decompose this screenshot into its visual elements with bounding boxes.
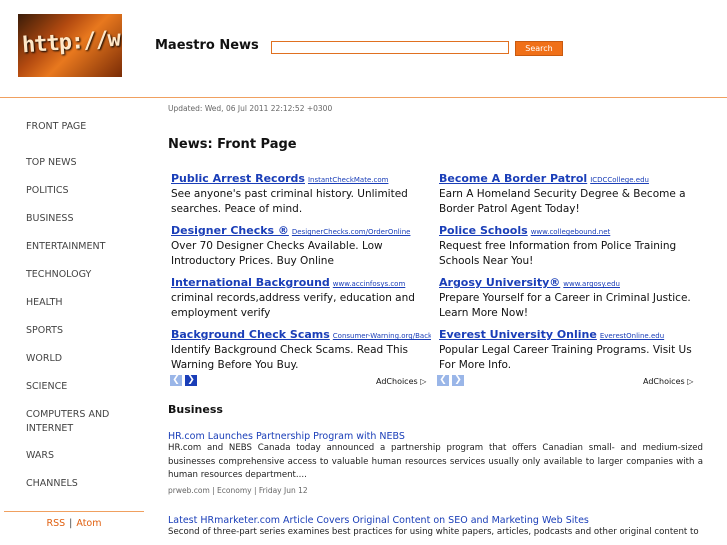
section-title-business: Business xyxy=(168,403,223,416)
nav-item-business[interactable]: BUSINESS xyxy=(26,212,126,226)
ad-unit: Background Check Scams Consumer-Warning.o… xyxy=(171,323,431,373)
ad-description: Prepare Yourself for a Career in Crimina… xyxy=(439,292,691,319)
ad-unit: Public Arrest Records InstantCheckMate.co… xyxy=(171,167,431,217)
article-summary: HR.com and NEBS Canada today announced a… xyxy=(168,443,703,480)
ad-description: criminal records,address verify, educati… xyxy=(171,292,415,319)
adchoices-icon: ▷ xyxy=(687,377,694,386)
logo-text: http://w xyxy=(21,26,121,59)
ad-unit: Argosy University® www.argosy.edu Prepare… xyxy=(439,271,699,321)
ad-description: Popular Legal Career Training Programs. … xyxy=(439,344,692,371)
article-meta: prweb.com | Economy | Friday Jun 12 xyxy=(168,485,308,495)
nav-item-sports[interactable]: SPORTS xyxy=(26,324,126,338)
news-article: Latest HRmarketer.com Article Covers Ori… xyxy=(168,515,703,540)
nav-item-channels[interactable]: CHANNELS xyxy=(26,477,126,491)
ad-title[interactable]: Argosy University® xyxy=(439,276,560,289)
nav-item-wars[interactable]: WARS xyxy=(26,449,126,463)
article-title[interactable]: HR.com Launches Partnership Program with… xyxy=(168,431,703,442)
ad-prev-button[interactable]: ❮ xyxy=(437,375,449,386)
ad-unit: Become A Border Patrol ICDCCollege.edu Ea… xyxy=(439,167,699,217)
rss-link[interactable]: RSS xyxy=(47,518,66,529)
nav-item-computers-and-internet[interactable]: COMPUTERS AND INTERNET xyxy=(26,408,126,436)
ad-title[interactable]: Designer Checks ® xyxy=(171,224,289,237)
ad-url[interactable]: www.collegebound.net xyxy=(531,228,611,236)
ad-prev-button[interactable]: ❮ xyxy=(170,375,182,386)
ad-unit: Everest University Online EverestOnline.e… xyxy=(439,323,699,373)
ad-next-button[interactable]: ❯ xyxy=(452,375,464,386)
ad-description: Identify Background Check Scams. Read Th… xyxy=(171,344,409,371)
ad-url[interactable]: DesignerChecks.com/OrderOnline xyxy=(292,228,411,236)
ad-unit: International Background www.accinfosys.c… xyxy=(171,271,431,321)
site-logo[interactable]: http://w xyxy=(18,14,122,77)
ad-next-button[interactable]: ❯ xyxy=(185,375,197,386)
adchoices-label: AdChoices xyxy=(376,377,418,386)
ad-title[interactable]: Background Check Scams xyxy=(171,328,330,341)
news-article: HR.com Launches Partnership Program with… xyxy=(168,431,703,495)
nav-item-entertainment[interactable]: ENTERTAINMENT xyxy=(26,240,126,254)
nav-item-world[interactable]: WORLD xyxy=(26,352,126,366)
page-title: News: Front Page xyxy=(168,137,297,152)
search-input[interactable] xyxy=(271,41,509,54)
search-button[interactable]: Search xyxy=(515,41,563,56)
ad-description: Request free Information from Police Tra… xyxy=(439,240,677,267)
nav-item-science[interactable]: SCIENCE xyxy=(26,380,126,394)
ad-url[interactable]: ICDCCollege.edu xyxy=(590,176,649,184)
article-summary: Second of three-part series examines bes… xyxy=(168,527,699,537)
ad-unit: Police Schools www.collegebound.net Reque… xyxy=(439,219,699,269)
atom-link[interactable]: Atom xyxy=(76,518,101,529)
ad-url[interactable]: www.accinfosys.com xyxy=(333,280,406,288)
ad-url[interactable]: Consumer-Warning.org/Backgro xyxy=(333,332,431,340)
ad-description: See anyone's past criminal history. Unli… xyxy=(171,188,408,215)
feed-links: RSS | Atom xyxy=(4,511,144,529)
ad-unit: Designer Checks ® DesignerChecks.com/Orde… xyxy=(171,219,431,269)
adchoices-icon: ▷ xyxy=(420,377,427,386)
nav-item-top-news[interactable]: TOP NEWS xyxy=(26,156,126,170)
site-title[interactable]: Maestro News xyxy=(155,38,259,53)
ad-title[interactable]: International Background xyxy=(171,276,330,289)
updated-timestamp: Updated: Wed, 06 Jul 2011 22:12:52 +0300 xyxy=(168,104,333,113)
adchoices-link[interactable]: AdChoices ▷ xyxy=(376,377,426,386)
ad-url[interactable]: www.argosy.edu xyxy=(563,280,620,288)
ad-description: Earn A Homeland Security Degree & Become… xyxy=(439,188,686,215)
nav-item-health[interactable]: HEALTH xyxy=(26,296,126,310)
header: http://w Maestro News Search xyxy=(0,0,727,98)
nav-item-politics[interactable]: POLITICS xyxy=(26,184,126,198)
adchoices-label: AdChoices xyxy=(643,377,685,386)
ad-description: Over 70 Designer Checks Available. Low I… xyxy=(171,240,383,267)
adchoices-link[interactable]: AdChoices ▷ xyxy=(643,377,693,386)
ad-url[interactable]: InstantCheckMate.com xyxy=(308,176,388,184)
ad-title[interactable]: Everest University Online xyxy=(439,328,597,341)
article-title[interactable]: Latest HRmarketer.com Article Covers Ori… xyxy=(168,515,703,526)
nav-item-technology[interactable]: TECHNOLOGY xyxy=(26,268,126,282)
ad-title[interactable]: Public Arrest Records xyxy=(171,172,305,185)
nav-item-front-page[interactable]: FRONT PAGE xyxy=(26,120,126,134)
ad-title[interactable]: Become A Border Patrol xyxy=(439,172,587,185)
feed-separator: | xyxy=(69,518,73,529)
ad-url[interactable]: EverestOnline.edu xyxy=(600,332,664,340)
ad-title[interactable]: Police Schools xyxy=(439,224,528,237)
